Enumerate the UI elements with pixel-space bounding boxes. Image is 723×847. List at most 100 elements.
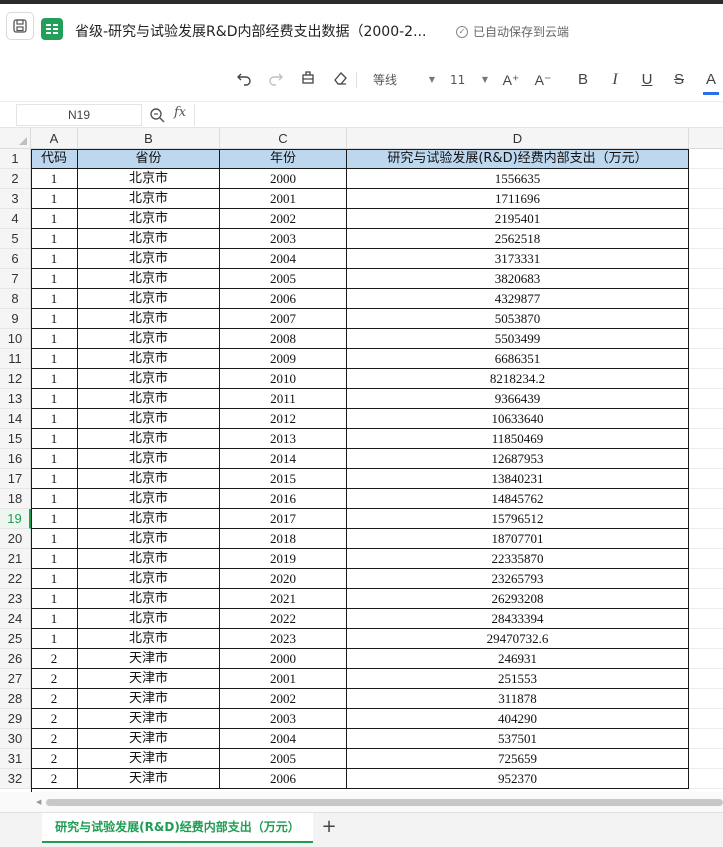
table-cell[interactable]: 2012 xyxy=(220,409,347,429)
column-header-c[interactable]: C xyxy=(220,128,347,149)
italic-button[interactable]: I xyxy=(606,70,624,90)
table-cell[interactable]: 1 xyxy=(31,469,78,489)
table-cell[interactable]: 2003 xyxy=(220,229,347,249)
table-cell[interactable]: 1 xyxy=(31,629,78,649)
table-cell[interactable]: 2 xyxy=(31,729,78,749)
table-cell[interactable]: 2014 xyxy=(220,449,347,469)
table-cell[interactable]: 2007 xyxy=(220,309,347,329)
document-title[interactable]: 省级-研究与试验发展R&D内部经费支出数据（2000-2... xyxy=(75,21,426,41)
table-cell[interactable]: 北京市 xyxy=(78,189,220,209)
table-cell[interactable]: 2 xyxy=(31,669,78,689)
empty-cell[interactable] xyxy=(689,609,723,629)
table-cell[interactable]: 2003 xyxy=(220,709,347,729)
table-cell[interactable]: 6686351 xyxy=(347,349,689,369)
table-cell[interactable]: 952370 xyxy=(347,769,689,789)
empty-cell[interactable] xyxy=(689,529,723,549)
table-cell[interactable]: 537501 xyxy=(347,729,689,749)
add-sheet-button[interactable]: + xyxy=(320,816,338,838)
table-cell[interactable]: 北京市 xyxy=(78,569,220,589)
table-cell[interactable]: 2020 xyxy=(220,569,347,589)
cell-reference-box[interactable]: N19 xyxy=(16,104,142,126)
empty-cell[interactable] xyxy=(689,429,723,449)
table-cell[interactable]: 1 xyxy=(31,449,78,469)
table-cell[interactable]: 2010 xyxy=(220,369,347,389)
table-cell[interactable]: 2023 xyxy=(220,629,347,649)
table-cell[interactable]: 2019 xyxy=(220,549,347,569)
table-cell[interactable]: 天津市 xyxy=(78,649,220,669)
table-cell[interactable]: 246931 xyxy=(347,649,689,669)
empty-cell[interactable] xyxy=(689,409,723,429)
table-cell[interactable]: 2001 xyxy=(220,669,347,689)
row-header[interactable]: 9 xyxy=(0,309,31,329)
table-cell[interactable]: 北京市 xyxy=(78,409,220,429)
table-cell[interactable]: 1 xyxy=(31,289,78,309)
row-header[interactable]: 12 xyxy=(0,369,31,389)
row-header[interactable]: 14 xyxy=(0,409,31,429)
table-cell[interactable]: 3820683 xyxy=(347,269,689,289)
row-header[interactable]: 28 xyxy=(0,689,31,709)
row-header[interactable]: 6 xyxy=(0,249,31,269)
table-cell[interactable]: 1 xyxy=(31,189,78,209)
table-cell[interactable]: 14845762 xyxy=(347,489,689,509)
table-cell[interactable]: 3173331 xyxy=(347,249,689,269)
table-cell[interactable]: 5053870 xyxy=(347,309,689,329)
empty-cell[interactable] xyxy=(689,149,723,169)
empty-cell[interactable] xyxy=(689,369,723,389)
table-cell[interactable]: 2000 xyxy=(220,649,347,669)
table-cell[interactable]: 北京市 xyxy=(78,349,220,369)
row-header[interactable]: 17 xyxy=(0,469,31,489)
increase-font-size-button[interactable]: A⁺ xyxy=(500,70,522,90)
empty-cell[interactable] xyxy=(689,269,723,289)
table-cell[interactable]: 1 xyxy=(31,549,78,569)
table-cell[interactable]: 9366439 xyxy=(347,389,689,409)
row-header[interactable]: 30 xyxy=(0,729,31,749)
table-cell[interactable]: 北京市 xyxy=(78,269,220,289)
empty-cell[interactable] xyxy=(689,589,723,609)
row-header[interactable]: 24 xyxy=(0,609,31,629)
table-cell[interactable]: 1 xyxy=(31,509,78,529)
empty-cell[interactable] xyxy=(689,449,723,469)
table-cell[interactable]: 1 xyxy=(31,609,78,629)
table-cell[interactable]: 2001 xyxy=(220,189,347,209)
redo-icon[interactable] xyxy=(266,70,286,90)
table-cell[interactable]: 天津市 xyxy=(78,709,220,729)
empty-cell[interactable] xyxy=(689,229,723,249)
empty-cell[interactable] xyxy=(689,549,723,569)
font-size-select[interactable]: 11 ▼ xyxy=(448,70,490,90)
horizontal-scrollbar[interactable]: ◀ xyxy=(0,792,723,812)
table-cell[interactable]: 北京市 xyxy=(78,169,220,189)
table-cell[interactable]: 北京市 xyxy=(78,529,220,549)
table-cell[interactable]: 2018 xyxy=(220,529,347,549)
table-cell[interactable]: 22335870 xyxy=(347,549,689,569)
row-header[interactable]: 11 xyxy=(0,349,31,369)
header-cell[interactable]: 省份 xyxy=(78,149,220,169)
table-cell[interactable]: 2 xyxy=(31,709,78,729)
column-header-b[interactable]: B xyxy=(78,128,220,149)
row-header[interactable]: 18 xyxy=(0,489,31,509)
table-cell[interactable]: 北京市 xyxy=(78,549,220,569)
table-cell[interactable]: 2011 xyxy=(220,389,347,409)
table-cell[interactable]: 北京市 xyxy=(78,589,220,609)
row-header[interactable]: 19 xyxy=(0,509,31,529)
empty-cell[interactable] xyxy=(689,689,723,709)
table-cell[interactable]: 1 xyxy=(31,309,78,329)
table-cell[interactable]: 北京市 xyxy=(78,629,220,649)
row-header[interactable]: 29 xyxy=(0,709,31,729)
scroll-left-icon[interactable]: ◀ xyxy=(36,798,41,806)
table-cell[interactable]: 2006 xyxy=(220,289,347,309)
table-cell[interactable]: 2195401 xyxy=(347,209,689,229)
empty-cell[interactable] xyxy=(689,329,723,349)
table-cell[interactable]: 5503499 xyxy=(347,329,689,349)
table-cell[interactable]: 13840231 xyxy=(347,469,689,489)
row-header[interactable]: 16 xyxy=(0,449,31,469)
empty-cell[interactable] xyxy=(689,709,723,729)
row-header[interactable]: 5 xyxy=(0,229,31,249)
table-cell[interactable]: 2 xyxy=(31,649,78,669)
table-cell[interactable]: 1 xyxy=(31,349,78,369)
empty-cell[interactable] xyxy=(689,189,723,209)
table-cell[interactable]: 23265793 xyxy=(347,569,689,589)
underline-button[interactable]: U xyxy=(638,70,656,90)
empty-cell[interactable] xyxy=(689,389,723,409)
table-cell[interactable]: 天津市 xyxy=(78,749,220,769)
table-cell[interactable]: 8218234.2 xyxy=(347,369,689,389)
